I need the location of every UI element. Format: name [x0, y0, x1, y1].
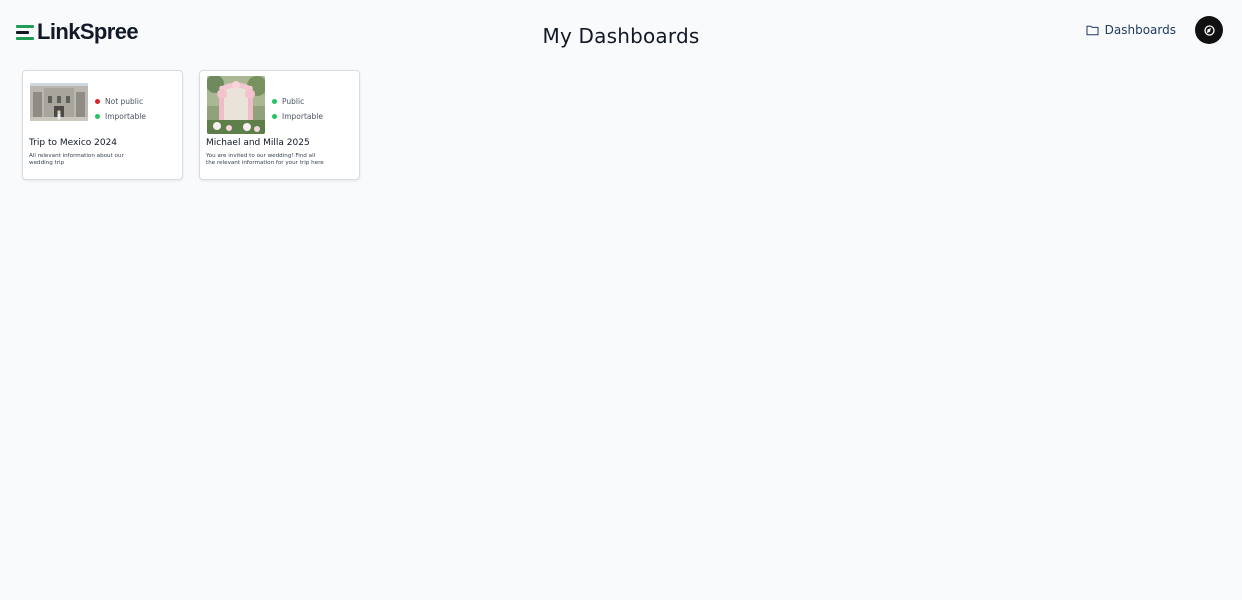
dashboard-status-list: Not public Importable — [95, 94, 146, 124]
user-avatar-button[interactable] — [1195, 16, 1223, 44]
dashboards-nav-label: Dashboards — [1104, 23, 1176, 37]
status-dot — [272, 99, 277, 104]
dashboard-title: Michael and Milla 2025 — [206, 138, 310, 148]
dashboard-thumbnail-image — [207, 76, 265, 134]
dashboard-thumbnail-image — [30, 76, 88, 134]
status-dot — [95, 114, 100, 119]
dashboard-description: All relevant information about our weddi… — [29, 153, 124, 166]
import-label: Importable — [105, 112, 146, 121]
dashboard-card[interactable]: Not public Importable Trip to Mexico 202… — [22, 70, 183, 180]
status-dot — [272, 114, 277, 119]
visibility-label: Not public — [105, 97, 144, 106]
visibility-status: Not public — [95, 94, 146, 109]
dashboard-status-list: Public Importable — [272, 94, 323, 124]
import-status: Importable — [272, 109, 323, 124]
user-avatar-icon — [1203, 24, 1215, 36]
visibility-label: Public — [282, 97, 305, 106]
dashboard-grid: Not public Importable Trip to Mexico 202… — [22, 70, 360, 180]
status-dot — [95, 99, 100, 104]
dashboard-title: Trip to Mexico 2024 — [29, 138, 118, 148]
import-status: Importable — [95, 109, 146, 124]
top-header: LinkSpree My Dashboards Dashboards — [0, 0, 1242, 62]
dashboard-description: You are invited to our wedding! Find all… — [206, 153, 324, 166]
import-label: Importable — [282, 112, 323, 121]
visibility-status: Public — [272, 94, 323, 109]
folder-icon — [1086, 25, 1099, 36]
dashboard-card[interactable]: Public Importable Michael and Milla 2025… — [199, 70, 360, 180]
page-title: My Dashboards — [542, 24, 700, 48]
dashboards-nav-link[interactable]: Dashboards — [1086, 23, 1176, 37]
